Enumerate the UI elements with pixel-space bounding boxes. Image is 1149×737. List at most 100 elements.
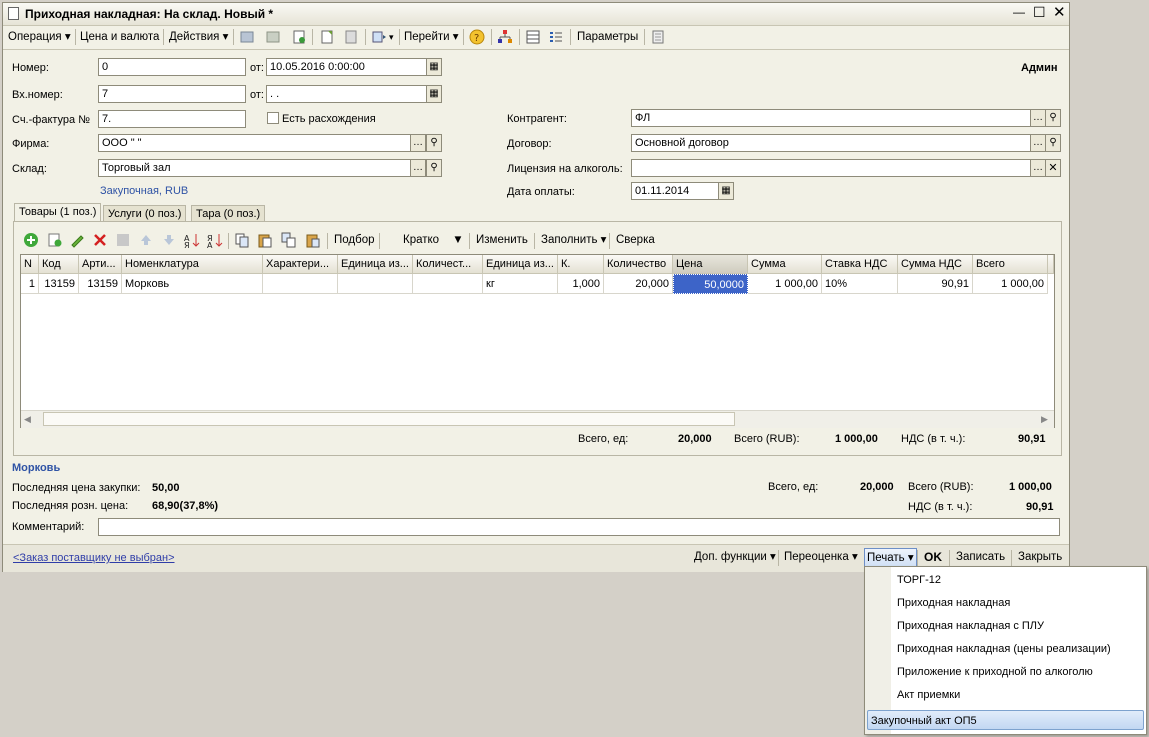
menu-item-receipt-invoice-plu[interactable]: Приходная накладная с ПЛУ: [897, 620, 1044, 632]
delete-row-icon[interactable]: [92, 232, 108, 248]
tab-services[interactable]: Услуги (0 поз.): [103, 205, 187, 222]
column-header[interactable]: Единица из...: [483, 255, 558, 274]
table-icon[interactable]: [525, 29, 541, 45]
selection-button[interactable]: Подбор: [334, 231, 375, 249]
number-field[interactable]: 0: [98, 58, 246, 76]
add-row-icon[interactable]: [23, 232, 39, 248]
extra-functions-menu[interactable]: Доп. функции ▾: [694, 548, 776, 566]
comment-field[interactable]: [98, 518, 1060, 536]
table-cell[interactable]: 1 000,00: [748, 274, 822, 294]
menu-item-receipt-invoice-retail[interactable]: Приходная накладная (цены реализации): [897, 643, 1111, 655]
move-down-icon[interactable]: [161, 232, 177, 248]
column-header[interactable]: Характери...: [263, 255, 338, 274]
table-cell[interactable]: 13159: [79, 274, 122, 294]
minimize-button[interactable]: —: [1013, 5, 1025, 19]
menu-item-receipt-invoice[interactable]: Приходная накладная: [897, 597, 1010, 609]
column-header[interactable]: Количество: [604, 255, 673, 274]
supplier-order-link[interactable]: <Заказ поставщику не выбран>: [13, 552, 175, 564]
save-button[interactable]: Записать: [956, 548, 1005, 566]
structure-icon[interactable]: [371, 29, 387, 45]
edit-row-icon[interactable]: [69, 232, 85, 248]
tab-containers[interactable]: Тара (0 поз.): [191, 205, 266, 222]
save-row-icon[interactable]: [115, 232, 131, 248]
checklist-icon[interactable]: [548, 29, 564, 45]
column-header[interactable]: Арти...: [79, 255, 122, 274]
search-icon[interactable]: ⚲: [426, 159, 442, 177]
scroll-left-icon[interactable]: ◀: [24, 414, 31, 425]
in-date-field[interactable]: . .: [266, 85, 427, 103]
close-button[interactable]: Закрыть: [1018, 548, 1062, 566]
column-header[interactable]: N: [21, 255, 39, 274]
price-currency-button[interactable]: Цена и валюта: [80, 28, 159, 46]
column-header[interactable]: К.: [558, 255, 604, 274]
column-header[interactable]: Код: [39, 255, 79, 274]
column-header[interactable]: Всего: [973, 255, 1048, 274]
column-header[interactable]: Сумма: [748, 255, 822, 274]
goods-table[interactable]: N Код Арти... Номенклатура Характери... …: [20, 254, 1055, 428]
parameters-button[interactable]: Параметры: [577, 28, 638, 46]
goto-menu[interactable]: Перейти ▾: [404, 28, 459, 46]
search-icon[interactable]: ⚲: [1045, 134, 1061, 152]
date-field[interactable]: 10.05.2016 0:00:00: [266, 58, 427, 76]
table-cell[interactable]: Морковь: [122, 274, 263, 294]
view-mode-select[interactable]: Кратко ▼: [403, 231, 464, 249]
menu-item-alcohol-appendix[interactable]: Приложение к приходной по алкоголю: [897, 666, 1093, 678]
counterparty-field[interactable]: ФЛ: [631, 109, 1031, 127]
calendar-icon[interactable]: ▦: [426, 58, 442, 76]
clear-icon[interactable]: ✕: [1045, 159, 1061, 177]
table-cell[interactable]: 1 000,00: [973, 274, 1048, 294]
close-window-button[interactable]: ✕: [1053, 3, 1066, 21]
search-icon[interactable]: ⚲: [426, 134, 442, 152]
change-button[interactable]: Изменить: [476, 231, 528, 249]
paste-icon[interactable]: [257, 232, 273, 248]
paste-multi-icon[interactable]: [305, 232, 321, 248]
revaluation-menu[interactable]: Переоценка ▾: [784, 548, 858, 566]
document-list-icon[interactable]: [343, 29, 359, 45]
maximize-button[interactable]: ☐: [1033, 4, 1046, 21]
table-cell[interactable]: 10%: [822, 274, 898, 294]
in-number-field[interactable]: 7: [98, 85, 246, 103]
operation-menu[interactable]: Операция ▾: [8, 28, 71, 46]
ok-button[interactable]: OK: [924, 548, 942, 566]
menu-item-purchase-act-op5[interactable]: Закупочный акт ОП5: [871, 715, 977, 727]
fill-menu[interactable]: Заполнить ▾: [541, 231, 606, 249]
column-header[interactable]: Номенклатура: [122, 255, 263, 274]
copy-doc-icon[interactable]: [291, 29, 307, 45]
table-cell[interactable]: 13159: [39, 274, 79, 294]
alcohol-license-field[interactable]: [631, 159, 1031, 177]
document-new-icon[interactable]: [319, 29, 335, 45]
table-cell[interactable]: [338, 274, 413, 294]
scroll-right-icon[interactable]: ▶: [1041, 414, 1048, 425]
table-cell[interactable]: 1,000: [558, 274, 604, 294]
sort-asc-icon[interactable]: АЯ: [184, 232, 200, 248]
actions-menu[interactable]: Действия ▾: [169, 28, 228, 46]
reconcile-button[interactable]: Сверка: [616, 231, 655, 249]
table-cell[interactable]: [263, 274, 338, 294]
menu-item-acceptance-act[interactable]: Акт приемки: [897, 689, 960, 701]
ellipsis-button[interactable]: …: [410, 134, 426, 152]
copy-multi-icon[interactable]: [281, 232, 297, 248]
price-type-link[interactable]: Закупочная, RUB: [100, 185, 188, 197]
calendar-icon[interactable]: ▦: [718, 182, 734, 200]
unpost-icon[interactable]: [265, 29, 281, 45]
table-cell[interactable]: [413, 274, 483, 294]
menu-item-torg12[interactable]: ТОРГ-12: [897, 574, 941, 586]
search-icon[interactable]: ⚲: [1045, 109, 1061, 127]
table-cell[interactable]: кг: [483, 274, 558, 294]
move-up-icon[interactable]: [138, 232, 154, 248]
copy-row-icon[interactable]: [47, 232, 63, 248]
discrepancy-checkbox[interactable]: [267, 112, 279, 124]
firm-field[interactable]: ООО " ": [98, 134, 411, 152]
pay-date-field[interactable]: 01.11.2014: [631, 182, 719, 200]
help-icon[interactable]: ?: [469, 29, 485, 45]
column-header[interactable]: Сумма НДС: [898, 255, 973, 274]
column-header[interactable]: Цена: [673, 255, 748, 274]
warehouse-field[interactable]: Торговый зал: [98, 159, 411, 177]
sort-desc-icon[interactable]: ЯА: [207, 232, 223, 248]
post-icon[interactable]: [239, 29, 255, 45]
calendar-icon[interactable]: ▦: [426, 85, 442, 103]
grid-settings-icon[interactable]: [650, 29, 666, 45]
ellipsis-button[interactable]: …: [1030, 134, 1046, 152]
horizontal-scrollbar[interactable]: ◀ ▶: [21, 410, 1054, 428]
contract-field[interactable]: Основной договор: [631, 134, 1031, 152]
